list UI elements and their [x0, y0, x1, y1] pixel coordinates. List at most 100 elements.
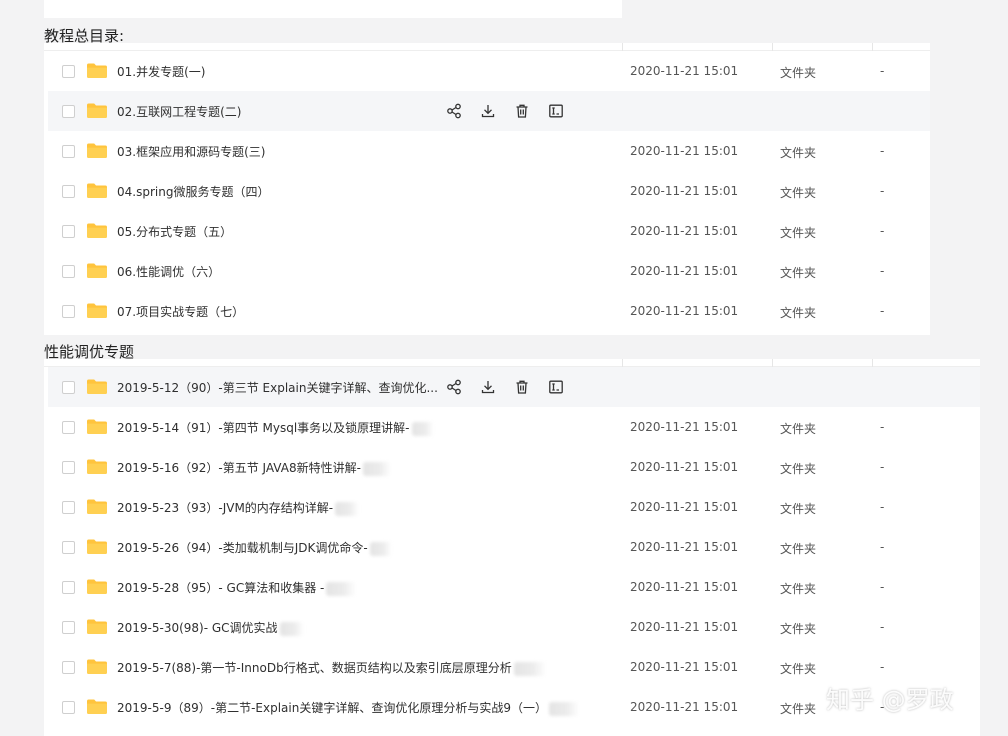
folder-icon: [86, 62, 108, 79]
redacted-text: [335, 501, 360, 516]
row-checkbox[interactable]: [62, 145, 75, 158]
folder-icon: [86, 182, 108, 199]
file-date: 2020-11-21 15:01: [630, 660, 739, 674]
row-checkbox[interactable]: [62, 305, 75, 318]
row-checkbox[interactable]: [62, 421, 75, 434]
folder-icon: [86, 578, 108, 595]
folder-icon: [86, 378, 108, 395]
row-checkbox[interactable]: [62, 105, 75, 118]
redacted-text: [548, 701, 579, 716]
row-checkbox[interactable]: [62, 265, 75, 278]
file-date: 2020-11-21 15:01: [630, 144, 739, 158]
row-checkbox[interactable]: [62, 621, 75, 634]
redacted-text: [513, 661, 546, 676]
file-name-link[interactable]: 2019-5-28（95）- GC算法和收集器 -: [117, 579, 357, 596]
row-checkbox[interactable]: [62, 501, 75, 514]
file-row[interactable]: 2019-5-28（95）- GC算法和收集器 - 2020-11-21 15:0…: [48, 567, 980, 607]
file-name-link[interactable]: 02.互联网工程专题(二): [117, 103, 241, 120]
download-icon[interactable]: [478, 377, 498, 397]
watermark: 知乎 @罗政: [826, 686, 954, 714]
row-checkbox[interactable]: [62, 661, 75, 674]
row-checkbox[interactable]: [62, 225, 75, 238]
file-date: 2020-11-21 15:01: [630, 700, 739, 714]
file-name-link[interactable]: 04.spring微服务专题（四）: [117, 183, 269, 200]
file-name-link[interactable]: 01.并发专题(一): [117, 63, 205, 80]
row-checkbox[interactable]: [62, 381, 75, 394]
file-size: -: [880, 660, 885, 674]
file-row[interactable]: 05.分布式专题（五） 2020-11-21 15:01 文件夹 -: [48, 211, 930, 251]
file-type: 文件夹: [780, 306, 817, 320]
file-size: -: [880, 460, 885, 474]
folder-icon: [86, 302, 108, 319]
share-icon[interactable]: [444, 377, 464, 397]
row-checkbox[interactable]: [62, 65, 75, 78]
file-size: -: [880, 64, 885, 78]
header-divider: [772, 43, 773, 51]
file-name-link[interactable]: 2019-5-9（89）-第二节-Explain关键字详解、查询优化原理分析与实…: [117, 699, 579, 716]
file-name-link[interactable]: 07.项目实战专题（七）: [117, 303, 244, 320]
folder-icon: [86, 102, 108, 119]
file-row[interactable]: 03.框架应用和源码专题(三) 2020-11-21 15:01 文件夹 -: [48, 131, 930, 171]
folder-icon: [86, 262, 108, 279]
file-row[interactable]: 2019-5-26（94）-类加载机制与JDK调优命令- 2020-11-21 1…: [48, 527, 980, 567]
folder-icon: [86, 618, 108, 635]
file-row[interactable]: 2019-5-14（91）-第四节 Mysql事务以及锁原理讲解- 2020-11…: [48, 407, 980, 447]
row-checkbox[interactable]: [62, 701, 75, 714]
download-icon[interactable]: [478, 101, 498, 121]
share-icon[interactable]: [444, 101, 464, 121]
row-checkbox[interactable]: [62, 581, 75, 594]
file-type: 文件夹: [780, 146, 817, 160]
file-row[interactable]: 07.项目实战专题（七） 2020-11-21 15:01 文件夹 -: [48, 291, 930, 331]
file-date: 2020-11-21 15:01: [630, 460, 739, 474]
file-size: -: [880, 144, 885, 158]
list-header: [44, 359, 980, 367]
file-size: -: [880, 580, 885, 594]
file-row[interactable]: 01.并发专题(一) 2020-11-21 15:01 文件夹 -: [48, 51, 930, 91]
header-divider: [872, 43, 873, 51]
file-type: 文件夹: [780, 502, 817, 516]
header-divider: [622, 359, 623, 367]
file-row[interactable]: 02.互联网工程专题(二): [48, 91, 930, 131]
file-name-link[interactable]: 2019-5-12（90）-第三节 Explain关键字详解、查询优化...: [117, 379, 438, 396]
redacted-text: [411, 421, 434, 436]
file-type: 文件夹: [780, 702, 817, 716]
rename-icon[interactable]: [546, 377, 566, 397]
row-checkbox[interactable]: [62, 185, 75, 198]
file-date: 2020-11-21 15:01: [630, 620, 739, 634]
trash-icon[interactable]: [512, 377, 532, 397]
redacted-text: [279, 621, 304, 636]
folder-icon: [86, 458, 108, 475]
file-row[interactable]: 2019-5-16（92）-第五节 JAVA8新特性讲解- 2020-11-21 …: [48, 447, 980, 487]
file-name-link[interactable]: 03.框架应用和源码专题(三): [117, 143, 265, 160]
header-divider: [772, 359, 773, 367]
file-type: 文件夹: [780, 266, 817, 280]
trash-icon[interactable]: [512, 101, 532, 121]
file-type: 文件夹: [780, 462, 817, 476]
file-row[interactable]: 04.spring微服务专题（四） 2020-11-21 15:01 文件夹 -: [48, 171, 930, 211]
file-name-link[interactable]: 2019-5-30(98)- GC调优实战: [117, 619, 304, 636]
file-size: -: [880, 304, 885, 318]
row-checkbox[interactable]: [62, 541, 75, 554]
file-row[interactable]: 06.性能调优（六） 2020-11-21 15:01 文件夹 -: [48, 251, 930, 291]
file-name-link[interactable]: 06.性能调优（六）: [117, 263, 220, 280]
file-date: 2020-11-21 15:01: [630, 580, 739, 594]
file-size: -: [880, 184, 885, 198]
file-type: 文件夹: [780, 582, 817, 596]
file-name-link[interactable]: 2019-5-14（91）-第四节 Mysql事务以及锁原理讲解-: [117, 419, 434, 436]
file-name-link[interactable]: 05.分布式专题（五）: [117, 223, 232, 240]
file-row[interactable]: 2019-5-12（90）-第三节 Explain关键字详解、查询优化...: [48, 367, 980, 407]
file-name-link[interactable]: 2019-5-26（94）-类加载机制与JDK调优命令-: [117, 539, 392, 556]
file-date: 2020-11-21 15:01: [630, 540, 739, 554]
rename-icon[interactable]: [546, 101, 566, 121]
row-checkbox[interactable]: [62, 461, 75, 474]
file-type: 文件夹: [780, 186, 817, 200]
file-name-link[interactable]: 2019-5-23（93）-JVM的内存结构详解-: [117, 499, 360, 516]
file-name-link[interactable]: 2019-5-16（92）-第五节 JAVA8新特性讲解-: [117, 459, 391, 476]
file-name-link[interactable]: 2019-5-7(88)-第一节-InnoDb行格式、数据页结构以及索引底层原理…: [117, 659, 546, 676]
file-date: 2020-11-21 15:01: [630, 420, 739, 434]
file-type: 文件夹: [780, 662, 817, 676]
file-size: -: [880, 500, 885, 514]
file-row[interactable]: 2019-5-23（93）-JVM的内存结构详解- 2020-11-21 15:0…: [48, 487, 980, 527]
file-size: -: [880, 620, 885, 634]
file-row[interactable]: 2019-5-30(98)- GC调优实战 2020-11-21 15:01 文件夹…: [48, 607, 980, 647]
